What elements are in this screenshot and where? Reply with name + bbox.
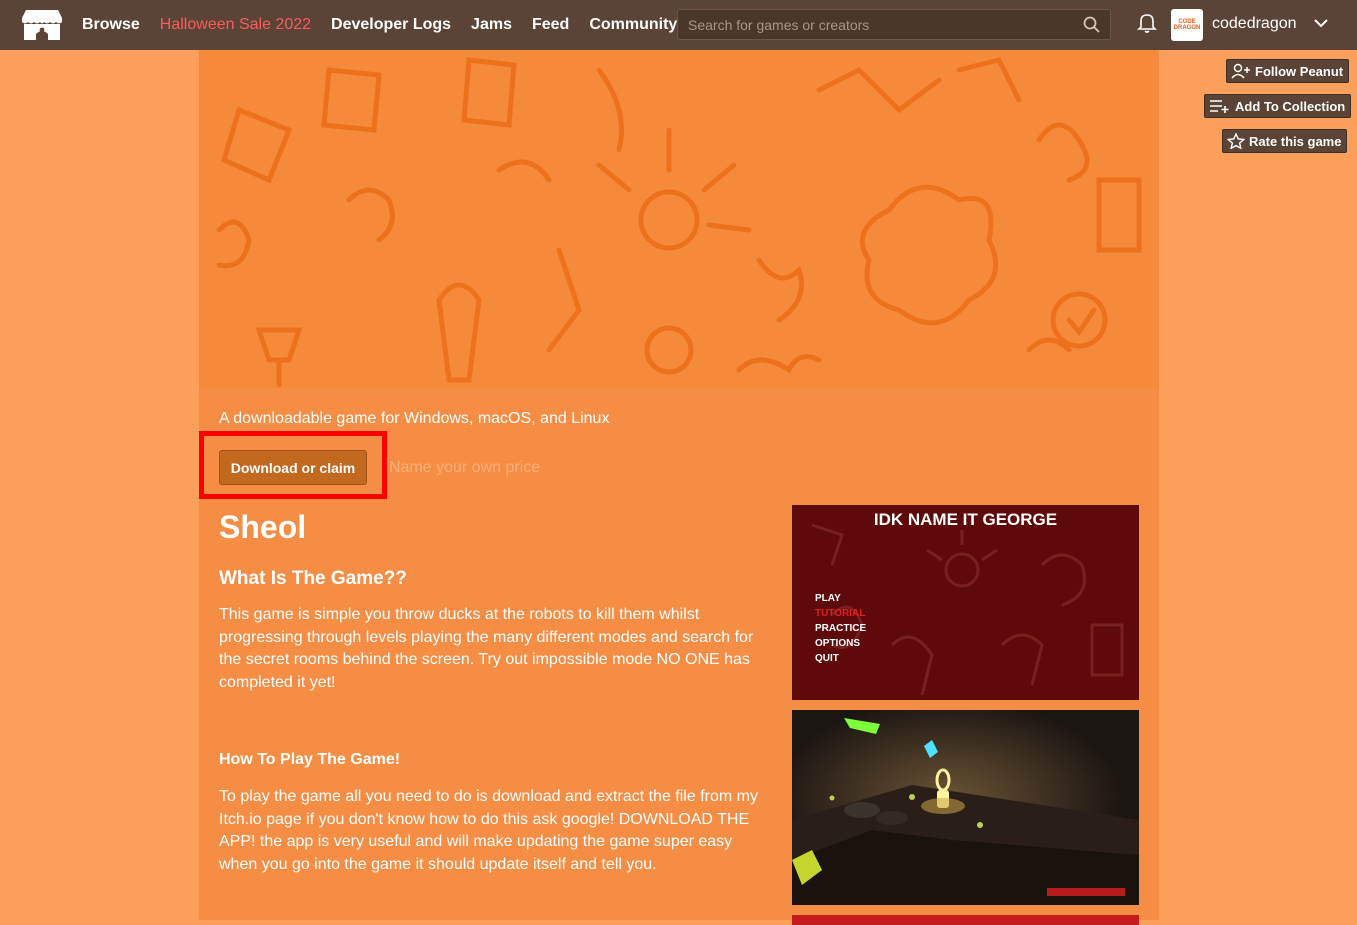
search-icon[interactable] — [1083, 16, 1100, 38]
section-heading-how: How To Play The Game! — [219, 751, 401, 768]
menu-item-tutorial: TUTORIAL — [815, 608, 866, 619]
download-button[interactable]: Download or claim — [219, 450, 367, 485]
menu-item-quit: QUIT — [815, 653, 839, 664]
avatar[interactable]: CODE DRAGON — [1171, 9, 1203, 41]
collection-label: Add To Collection — [1235, 98, 1346, 114]
bell-icon[interactable] — [1137, 12, 1157, 39]
section-heading-what: What Is The Game?? — [219, 568, 407, 589]
game-page-column: A downloadable game for Windows, macOS, … — [199, 50, 1159, 925]
nav-jams[interactable]: Jams — [471, 16, 512, 34]
add-to-collection-button[interactable]: Add To Collection — [1204, 94, 1352, 118]
search-input[interactable] — [678, 10, 1088, 39]
username[interactable]: codedragon — [1212, 15, 1297, 33]
nav-halloween-sale[interactable]: Halloween Sale 2022 — [160, 16, 311, 34]
top-navigation-bar: Browse Halloween Sale 2022 Developer Log… — [0, 0, 1357, 50]
follow-label: Follow Peanut — [1255, 63, 1344, 79]
screenshot-gameplay[interactable] — [792, 710, 1139, 905]
follow-button[interactable]: Follow Peanut — [1226, 59, 1350, 83]
menu-item-options: OPTIONS — [815, 638, 861, 649]
screenshot-third[interactable] — [792, 915, 1139, 925]
game-title: Sheol — [219, 509, 307, 545]
screenshot-menu: PLAY TUTORIAL PRACTICE OPTIONS QUIT — [815, 591, 866, 666]
section-text-how: To play the game all you need to do is d… — [219, 788, 758, 873]
screenshot-main-menu[interactable]: IDK NAME IT GEORGE PLAY TUTORIAL PRACTIC… — [792, 505, 1139, 700]
itchio-logo-icon[interactable] — [22, 8, 62, 42]
star-icon — [1227, 133, 1245, 149]
banner-doodles — [216, 57, 1142, 388]
follow-user-icon — [1231, 63, 1250, 79]
search-box — [677, 9, 1111, 40]
nav-developer-logs[interactable]: Developer Logs — [331, 16, 451, 34]
game-tagline: A downloadable game for Windows, macOS, … — [219, 410, 610, 427]
game-banner — [199, 50, 1159, 388]
nav-feed[interactable]: Feed — [532, 16, 569, 34]
gameplay-scene — [792, 710, 1139, 905]
add-collection-icon — [1210, 100, 1229, 113]
avatar-text: CODE DRAGON — [1173, 19, 1201, 31]
menu-item-play: PLAY — [815, 593, 841, 604]
menu-item-practice: PRACTICE — [815, 623, 867, 634]
nav-community[interactable]: Community — [589, 16, 677, 34]
screenshot-game-title: IDK NAME IT GEORGE — [873, 510, 1058, 529]
main-nav: Browse Halloween Sale 2022 Developer Log… — [82, 0, 697, 50]
section-text-what: This game is simple you throw ducks at t… — [219, 606, 754, 691]
price-label: Name your own price — [389, 459, 541, 476]
rate-label: Rate this game — [1249, 133, 1342, 149]
chevron-down-icon[interactable] — [1313, 16, 1329, 34]
nav-browse[interactable]: Browse — [82, 16, 140, 34]
rate-game-button[interactable]: Rate this game — [1222, 129, 1348, 153]
